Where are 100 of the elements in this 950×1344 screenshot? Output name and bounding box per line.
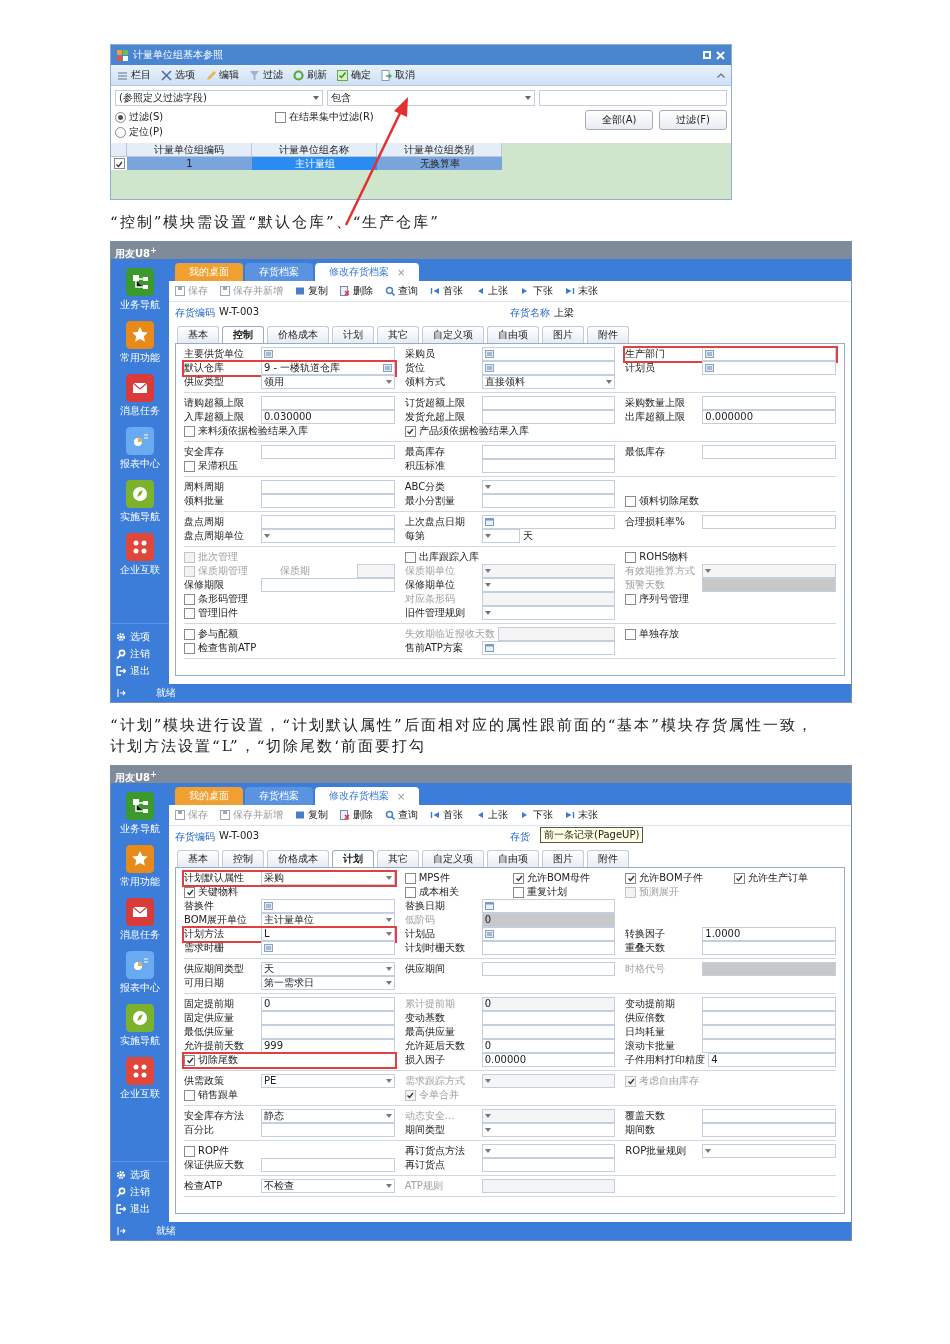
sidebar-item[interactable]: 消息任务 <box>111 371 169 424</box>
tab[interactable]: 修改存货档案 × <box>315 787 420 805</box>
dropdown-field[interactable] <box>481 1123 616 1137</box>
checkbox-label[interactable]: 允许BOM子件 <box>639 871 703 885</box>
checkbox-label[interactable]: 销售跟单 <box>198 1088 238 1102</box>
sidebar-link[interactable]: 选项 <box>116 630 169 644</box>
sidebar-item[interactable]: 实施导航 <box>111 477 169 530</box>
checkbox[interactable] <box>404 551 416 563</box>
text-field[interactable] <box>481 410 616 424</box>
column-header[interactable]: 计量单位组名称 <box>252 143 377 157</box>
text-field[interactable] <box>702 1109 836 1123</box>
text-field[interactable] <box>702 515 836 529</box>
checkbox-label[interactable]: 出库跟踪入库 <box>418 550 479 564</box>
form-tab[interactable]: 价格成本 <box>267 850 329 867</box>
checkbox[interactable] <box>184 1089 195 1101</box>
dropdown-field[interactable]: 包含 <box>327 90 535 106</box>
date-field[interactable] <box>481 641 616 655</box>
text-field[interactable] <box>261 480 395 494</box>
sidebar-item[interactable]: 常用功能 <box>111 318 169 371</box>
dropdown-field[interactable]: 领用 <box>261 375 395 389</box>
checkbox-label[interactable]: 允许生产订单 <box>747 871 808 885</box>
checkbox-label[interactable]: 成本相关 <box>418 885 459 899</box>
text-field[interactable] <box>481 1158 616 1172</box>
checkbox[interactable] <box>184 642 195 654</box>
checkbox-label[interactable]: 领料切除尾数 <box>639 494 700 508</box>
dropdown-field[interactable]: 直接领料 <box>481 375 616 389</box>
text-field[interactable] <box>261 515 395 529</box>
table-cell[interactable]: 无换算率 <box>377 157 502 170</box>
lookup-field[interactable] <box>261 899 395 913</box>
checkbox-label[interactable]: 检查售前ATP <box>198 641 257 655</box>
form-tab[interactable]: 其它 <box>377 326 419 343</box>
text-field[interactable] <box>481 1025 616 1039</box>
text-field[interactable]: 0.00000 <box>481 1053 616 1067</box>
text-field[interactable] <box>702 941 836 955</box>
text-field[interactable]: 0.030000 <box>261 410 395 424</box>
radio-button[interactable] <box>115 111 126 123</box>
checkbox[interactable] <box>184 1054 195 1066</box>
toolbar-button[interactable]: 复制 <box>295 284 328 298</box>
toolbar-button[interactable]: 上张 <box>475 284 508 298</box>
form-tab[interactable]: 其它 <box>377 850 419 867</box>
checkbox[interactable] <box>184 1145 195 1157</box>
text-field[interactable] <box>702 396 836 410</box>
text-field[interactable] <box>702 1011 836 1025</box>
dropdown-field[interactable] <box>481 606 616 620</box>
toolbar-button[interactable]: 上张 <box>475 808 508 822</box>
checkbox[interactable] <box>625 628 637 640</box>
toolbar-button[interactable]: 删除 <box>340 808 373 822</box>
checkbox-label[interactable]: 关键物料 <box>198 885 238 899</box>
checkbox[interactable] <box>184 886 195 898</box>
checkbox[interactable] <box>404 872 416 884</box>
sidebar-item[interactable]: 业务导航 <box>111 789 169 842</box>
checkbox-label[interactable]: 条形码管理 <box>198 592 248 606</box>
checkbox-label[interactable]: 参与配额 <box>198 627 238 641</box>
dropdown-field[interactable]: 静态 <box>261 1109 395 1123</box>
text-field[interactable] <box>261 1123 395 1137</box>
date-field[interactable] <box>481 899 616 913</box>
toolbar-button[interactable]: 栏目 <box>117 68 151 82</box>
checkbox[interactable] <box>625 551 637 563</box>
form-tab[interactable]: 价格成本 <box>267 326 329 343</box>
checkbox[interactable] <box>404 425 416 437</box>
radio-button[interactable] <box>115 126 126 138</box>
dropdown-field[interactable] <box>481 578 616 592</box>
radio-label[interactable]: 定位(P) <box>129 125 163 139</box>
form-tab[interactable]: 自定义项 <box>422 850 484 867</box>
checkbox-label[interactable]: 管理旧件 <box>198 606 238 620</box>
toolbar-button[interactable]: 确定 <box>337 68 371 82</box>
form-tab[interactable]: 计划 <box>332 326 374 343</box>
dialog-button[interactable]: 过滤(F) <box>659 110 727 130</box>
toolbar-button[interactable]: 首张 <box>430 808 463 822</box>
form-tab[interactable]: 控制 <box>222 850 264 867</box>
dropdown-field[interactable]: PE <box>261 1074 395 1088</box>
checkbox[interactable] <box>404 886 416 898</box>
toolbar-button[interactable]: 删除 <box>340 284 373 298</box>
checkbox-label[interactable]: MPS件 <box>418 871 450 885</box>
text-field[interactable] <box>702 445 836 459</box>
dropdown-field[interactable]: 天 <box>261 962 395 976</box>
form-tab[interactable]: 附件 <box>587 326 629 343</box>
dropdown-field[interactable]: 第一需求日 <box>261 976 395 990</box>
form-tab[interactable]: 附件 <box>587 850 629 867</box>
checkbox[interactable] <box>513 872 524 884</box>
text-field[interactable] <box>702 1123 836 1137</box>
sidebar-item[interactable]: 企业互联 <box>111 530 169 583</box>
lookup-field[interactable]: 9 - 一楼轨道仓库 <box>261 361 395 375</box>
toolbar-button[interactable]: 复制 <box>295 808 328 822</box>
checkbox[interactable] <box>733 872 745 884</box>
sidebar-item[interactable]: 报表中心 <box>111 948 169 1001</box>
text-field[interactable] <box>261 1025 395 1039</box>
input-field[interactable] <box>539 90 727 106</box>
text-field[interactable]: 1.0000 <box>702 927 836 941</box>
checkbox-label[interactable]: 产品须依据检验结果入库 <box>418 424 529 438</box>
text-field[interactable] <box>481 962 616 976</box>
form-tab[interactable]: 基本 <box>177 850 219 867</box>
toolbar-button[interactable]: 编辑 <box>205 68 239 82</box>
checkbox-label[interactable]: 呆滞积压 <box>198 459 238 473</box>
checkbox-label[interactable]: 单独存放 <box>639 627 680 641</box>
lookup-field[interactable] <box>702 347 836 361</box>
sidebar-item[interactable]: 业务导航 <box>111 265 169 318</box>
text-field[interactable] <box>481 494 616 508</box>
text-field[interactable]: 999 <box>261 1039 395 1053</box>
form-tab[interactable]: 自由项 <box>487 326 539 343</box>
